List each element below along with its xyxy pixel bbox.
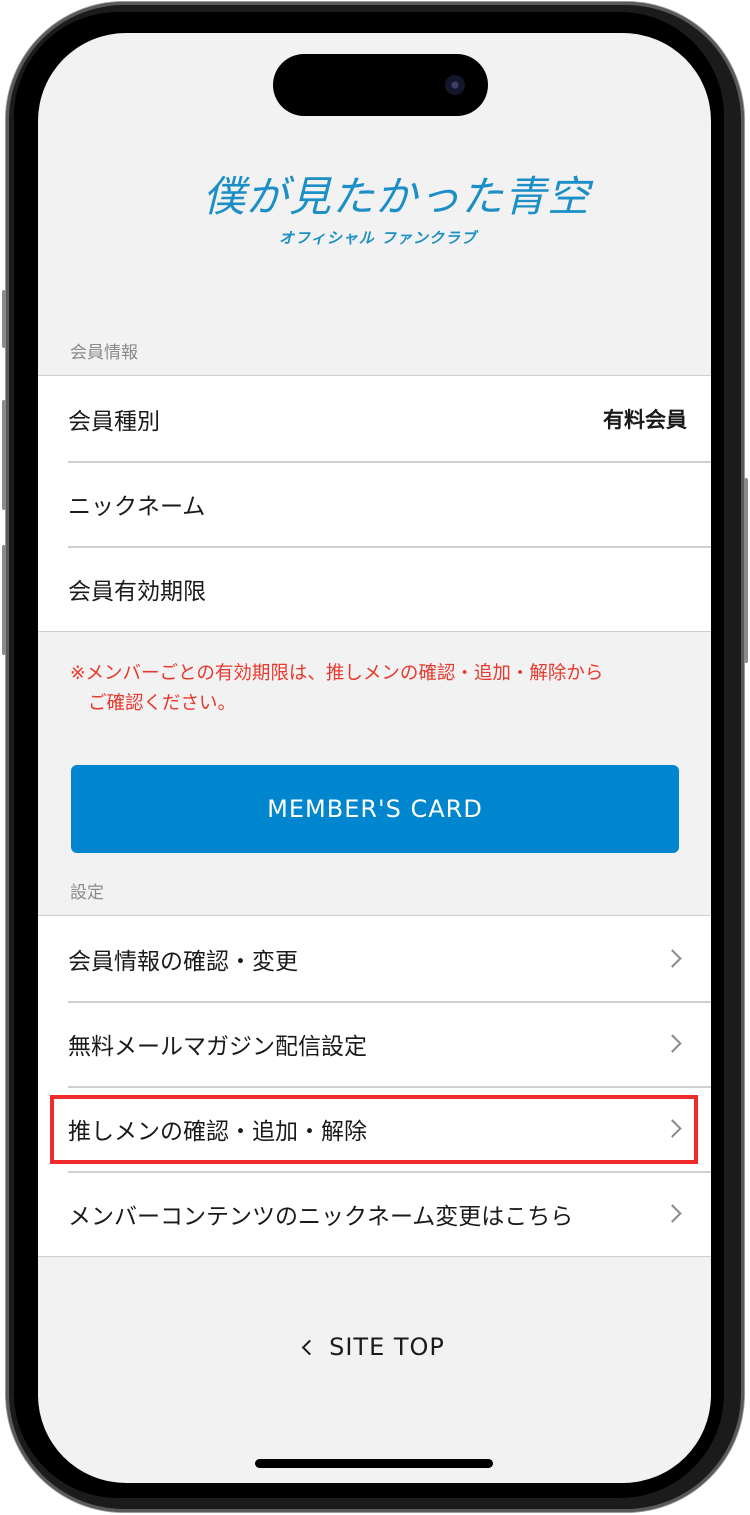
member-type-value: 有料会員 (603, 407, 687, 432)
side-power-button (744, 478, 748, 663)
members-card-button[interactable]: MEMBER'S CARD (71, 765, 679, 853)
site-top-label: SITE TOP (329, 1333, 445, 1361)
logo-subtitle: オフィシャル ファンクラブ (279, 229, 477, 247)
nickname-row: ニックネーム (38, 461, 711, 546)
dynamic-island (273, 54, 488, 116)
notice-line-1: ※メンバーごとの有効期限は、推しメンの確認・追加・解除から (70, 663, 604, 684)
member-info-list: 会員種別 有料会員 ニックネーム 会員有効期限 (38, 375, 711, 632)
settings-item-label: メンバーコンテンツのニックネーム変更はこちら (68, 1203, 574, 1230)
settings-list: 会員情報の確認・変更 無料メールマガジン配信設定 推しメンの確認・追加・解除 メ… (38, 915, 711, 1257)
settings-item-newsletter[interactable]: 無料メールマガジン配信設定 (38, 1001, 711, 1086)
settings-item-oshimen[interactable]: 推しメンの確認・追加・解除 (38, 1086, 711, 1171)
expiry-notice: ※メンバーごとの有効期限は、推しメンの確認・追加・解除から ご確認ください。 (70, 659, 690, 719)
nickname-label: ニックネーム (68, 493, 206, 520)
volume-down-button (2, 545, 6, 655)
member-type-row: 会員種別 有料会員 (38, 376, 711, 461)
chevron-right-icon (663, 949, 682, 968)
settings-item-label: 推しメンの確認・追加・解除 (68, 1118, 367, 1145)
logo-title: 僕が見たかった青空 (203, 172, 591, 221)
chevron-right-icon (663, 1119, 682, 1138)
screen: 僕が見たかった青空 オフィシャル ファンクラブ 会員情報 会員種別 有料会員 ニ… (38, 33, 711, 1483)
chevron-right-icon (663, 1034, 682, 1053)
home-indicator[interactable] (255, 1459, 493, 1468)
settings-heading: 設定 (70, 883, 104, 903)
action-button (2, 290, 6, 348)
member-info-heading: 会員情報 (70, 343, 138, 363)
settings-item-label: 無料メールマガジン配信設定 (68, 1033, 367, 1060)
expiry-label: 会員有効期限 (68, 578, 206, 605)
settings-item-label: 会員情報の確認・変更 (68, 948, 298, 975)
site-top-link[interactable]: SITE TOP (38, 1333, 711, 1361)
volume-up-button (2, 400, 6, 510)
chevron-left-icon (301, 1339, 318, 1355)
settings-item-member-nickname[interactable]: メンバーコンテンツのニックネーム変更はこちら (38, 1171, 711, 1256)
member-type-label: 会員種別 (68, 408, 160, 435)
fanclub-logo[interactable]: 僕が見たかった青空 オフィシャル ファンクラブ (38, 153, 711, 273)
settings-item-member-info[interactable]: 会員情報の確認・変更 (38, 916, 711, 1001)
notice-line-2: ご確認ください。 (88, 693, 237, 714)
chevron-right-icon (663, 1204, 682, 1223)
camera-icon (445, 75, 465, 95)
expiry-row: 会員有効期限 (38, 546, 711, 631)
